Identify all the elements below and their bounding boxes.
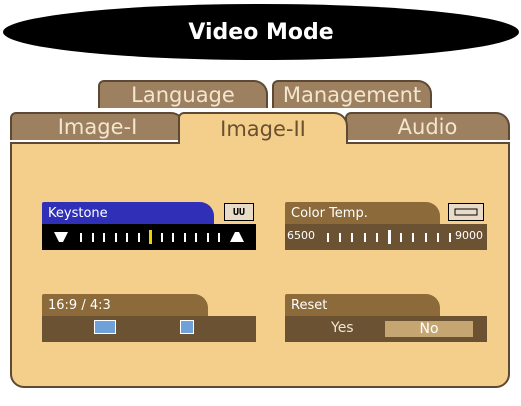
osd-title-banner: Video Mode (3, 4, 519, 60)
slider-tick (218, 233, 220, 242)
aspect-header: 16:9 / 4:3 (42, 294, 208, 316)
color-temp-min: 6500 (287, 229, 315, 242)
aspect-16-9-icon[interactable] (94, 320, 116, 334)
color-temp-slider[interactable]: 6500 9000 (285, 224, 487, 250)
slider-tick (137, 233, 140, 242)
osd-title: Video Mode (188, 19, 334, 45)
slider-tick (424, 233, 427, 242)
settings-panel (10, 142, 510, 388)
reset-body: Yes No (285, 316, 487, 342)
color-temp-icon[interactable] (448, 203, 484, 221)
keystone-left-icon (54, 232, 68, 242)
color-temp-header: Color Temp. (285, 202, 440, 224)
tab-image-1[interactable]: Image-I (10, 112, 185, 140)
aspect-label: 16:9 / 4:3 (48, 297, 111, 313)
slider-tick (126, 233, 128, 242)
slider-tick (363, 233, 366, 242)
slider-tick (103, 233, 105, 242)
slider-tick (160, 233, 163, 242)
tab-image-2[interactable]: Image-II (178, 112, 348, 144)
keystone-right-icon (230, 232, 244, 242)
slider-tick (206, 233, 209, 242)
slider-tick (195, 233, 197, 242)
tab-audio[interactable]: Audio (345, 112, 510, 140)
reset-yes-option[interactable]: Yes (331, 320, 354, 336)
slider-indicator (388, 230, 391, 244)
keystone-header: Keystone (42, 202, 214, 224)
slider-tick (80, 233, 82, 242)
slider-indicator (149, 230, 152, 244)
slider-tick (449, 233, 451, 242)
reset-label: Reset (291, 297, 328, 313)
keystone-correction-icon[interactable]: UU (224, 203, 254, 221)
aspect-body (42, 316, 256, 342)
tab-management[interactable]: Management (272, 80, 432, 108)
aspect-4-3-icon[interactable] (180, 320, 194, 334)
keystone-slider[interactable] (42, 224, 256, 250)
slider-tick (183, 233, 186, 242)
slider-tick (114, 233, 117, 242)
color-temp-label: Color Temp. (291, 205, 368, 221)
reset-no-option[interactable]: No (385, 321, 473, 337)
slider-tick (375, 233, 378, 242)
color-temp-max: 9000 (455, 229, 483, 242)
slider-tick (436, 233, 439, 242)
slider-tick (339, 233, 342, 242)
slider-tick (412, 233, 415, 242)
slider-tick (400, 233, 403, 242)
slider-tick (91, 233, 94, 242)
slider-tick (172, 233, 174, 242)
slider-tick (351, 233, 354, 242)
reset-header: Reset (285, 294, 440, 316)
tab-language[interactable]: Language (98, 80, 268, 108)
slider-tick (327, 233, 329, 242)
keystone-label: Keystone (48, 205, 108, 221)
